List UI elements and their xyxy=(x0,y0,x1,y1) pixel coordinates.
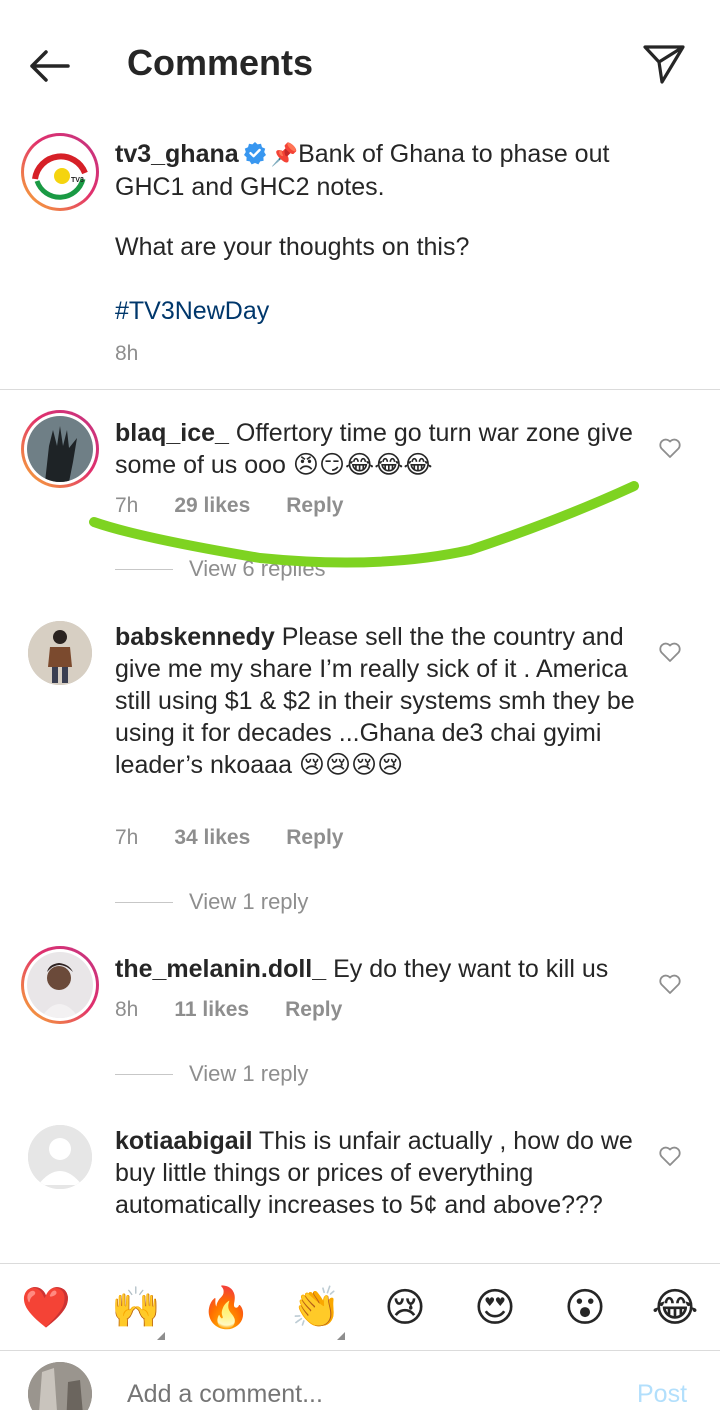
emoji-fire-button[interactable]: 🔥 xyxy=(201,1284,251,1332)
comment-timestamp: 7h xyxy=(115,826,139,849)
paper-plane-icon xyxy=(643,45,685,84)
reply-button[interactable]: Reply xyxy=(286,826,343,850)
svg-text:TV3: TV3 xyxy=(71,177,84,184)
page-title: Comments xyxy=(127,42,314,83)
comment-username[interactable]: babskennedy xyxy=(115,623,275,651)
list-item: kotiaabigail This is unfair actually , h… xyxy=(115,1125,645,1221)
avatar[interactable] xyxy=(21,946,99,1024)
heart-icon xyxy=(659,974,681,994)
avatar[interactable]: TV3 xyxy=(21,133,99,211)
emoji-raised-hands-button[interactable]: 🙌 xyxy=(111,1284,165,1340)
emoji-surprised-button[interactable]: 😮 xyxy=(561,1284,609,1332)
comment-meta: 7h 34 likes Reply xyxy=(115,826,343,850)
share-button[interactable] xyxy=(640,40,688,88)
avatar[interactable] xyxy=(21,410,99,488)
like-button[interactable] xyxy=(658,436,682,460)
caption-timestamp: 8h xyxy=(115,342,139,365)
avatar-photo xyxy=(28,1362,92,1410)
avatar[interactable] xyxy=(28,1125,92,1189)
comment-meta: 8h 11 likes Reply xyxy=(115,998,342,1022)
divider xyxy=(115,1073,173,1075)
view-replies-label: View 1 reply xyxy=(189,1061,309,1086)
heart-icon xyxy=(659,1146,681,1166)
comment-composer: Post xyxy=(0,1352,720,1410)
avatar[interactable] xyxy=(28,621,92,685)
comment-username[interactable]: kotiaabigail xyxy=(115,1127,253,1155)
view-replies-button[interactable]: View 1 reply xyxy=(115,1061,308,1087)
like-button[interactable] xyxy=(658,640,682,664)
comment-timestamp: 8h xyxy=(115,998,139,1021)
caption-question: What are your thoughts on this? xyxy=(115,233,470,261)
view-replies-button[interactable]: View 1 reply xyxy=(115,889,308,915)
variant-indicator-icon xyxy=(337,1332,345,1340)
view-replies-button[interactable]: View 6 replies xyxy=(115,556,326,582)
reply-button[interactable]: Reply xyxy=(286,494,343,518)
avatar xyxy=(28,1362,92,1410)
emoji-heart-eyes-button[interactable]: 😍 xyxy=(471,1284,519,1332)
comment-timestamp: 7h xyxy=(115,494,139,517)
avatar-photo xyxy=(27,416,93,482)
comment-meta: 7h 29 likes Reply xyxy=(115,494,343,518)
heart-icon xyxy=(659,438,681,458)
divider xyxy=(115,568,173,570)
comment-text: Ey do they want to kill us xyxy=(333,955,609,983)
avatar-photo xyxy=(27,952,93,1018)
like-button[interactable] xyxy=(658,972,682,996)
default-avatar-icon xyxy=(28,1125,92,1189)
comment-username[interactable]: the_melanin.doll_ xyxy=(115,955,326,983)
like-button[interactable] xyxy=(658,1144,682,1168)
tv3-logo: TV3 xyxy=(27,139,93,205)
view-replies-label: View 6 replies xyxy=(189,556,326,581)
comment-likes[interactable]: 29 likes xyxy=(174,494,250,518)
arrow-left-icon xyxy=(30,50,70,82)
emoji-reaction-bar: ❤️ 🙌 🔥 👏 😢 😍 😮 😂 xyxy=(0,1263,720,1351)
verified-badge-icon xyxy=(243,142,266,165)
emoji-heart-button[interactable]: ❤️ xyxy=(21,1284,71,1332)
list-item: babskennedy Please sell the the country … xyxy=(115,621,645,781)
emoji-laughing-button[interactable]: 😂 xyxy=(651,1284,699,1332)
reply-button[interactable]: Reply xyxy=(285,998,342,1022)
divider xyxy=(115,901,173,903)
emoji-clap-button[interactable]: 👏 xyxy=(291,1284,345,1340)
heart-icon xyxy=(659,642,681,662)
variant-indicator-icon xyxy=(157,1332,165,1340)
comment-input[interactable] xyxy=(127,1380,607,1409)
list-item: the_melanin.doll_ Ey do they want to kil… xyxy=(115,953,645,985)
back-button[interactable] xyxy=(24,44,74,88)
comment-username[interactable]: blaq_ice_ xyxy=(115,419,229,447)
caption-username[interactable]: tv3_ghana xyxy=(115,140,239,168)
caption-text: tv3_ghana 📌Bank of Ghana to phase out GHC… xyxy=(115,138,675,203)
comment-likes[interactable]: 34 likes xyxy=(174,826,250,850)
clap-icon: 👏 xyxy=(291,1286,341,1330)
avatar-photo xyxy=(28,621,92,685)
raised-hands-icon: 🙌 xyxy=(111,1286,161,1330)
caption-hashtag[interactable]: #TV3NewDay xyxy=(115,297,269,326)
list-item: blaq_ice_ Offertory time go turn war zon… xyxy=(115,417,645,481)
emoji-crying-button[interactable]: 😢 xyxy=(381,1284,429,1332)
view-replies-label: View 1 reply xyxy=(189,889,309,914)
header-bar: Comments xyxy=(0,0,720,128)
post-button[interactable]: Post xyxy=(637,1380,687,1409)
comment-likes[interactable]: 11 likes xyxy=(174,998,249,1022)
pin-icon: 📌 xyxy=(270,142,299,167)
